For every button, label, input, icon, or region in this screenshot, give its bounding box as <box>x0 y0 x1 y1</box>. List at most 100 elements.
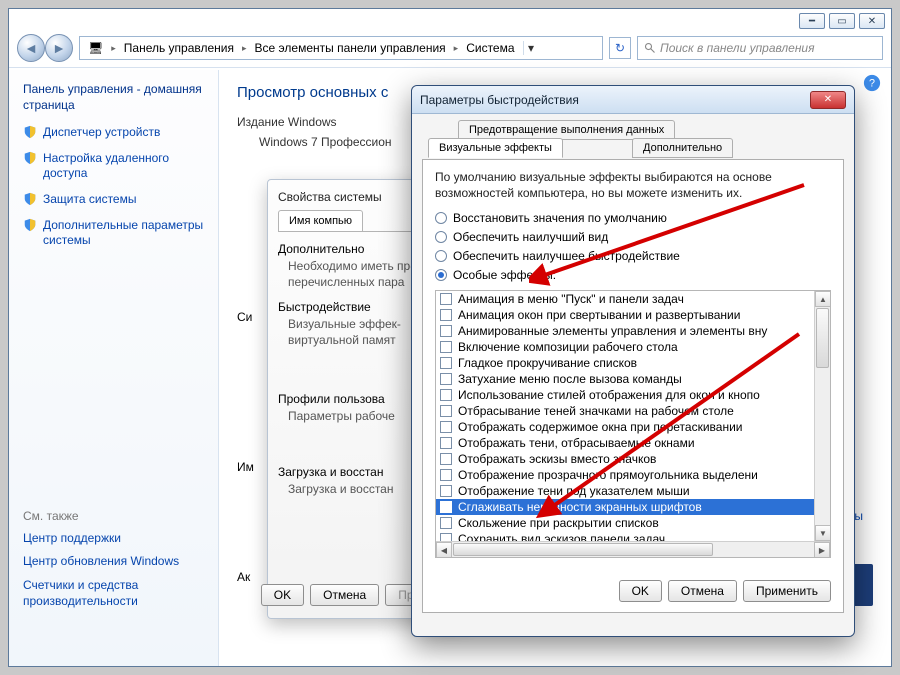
cancel-button[interactable]: Отмена <box>668 580 737 602</box>
cancel-button[interactable]: Отмена <box>310 584 379 606</box>
sidebar-link[interactable]: Дополнительные параметры системы <box>23 218 204 249</box>
help-icon[interactable]: ? <box>863 74 881 92</box>
cutoff-text: Ак <box>237 570 250 584</box>
radio-option[interactable]: Обеспечить наилучший вид <box>435 230 831 244</box>
checkbox-icon[interactable] <box>440 341 452 353</box>
checkbox-icon[interactable] <box>440 453 452 465</box>
scroll-right-button[interactable]: ▶ <box>814 542 830 558</box>
effect-item[interactable]: Отображение тени под указателем мыши <box>436 483 814 499</box>
checkbox-icon[interactable] <box>440 309 452 321</box>
breadcrumb[interactable]: 🖥 ▸ Панель управления ▸ Все элементы пан… <box>79 36 603 60</box>
checkbox-icon[interactable] <box>440 485 452 497</box>
scroll-up-button[interactable]: ▲ <box>815 291 831 307</box>
effect-item[interactable]: Скольжение при раскрытии списков <box>436 515 814 531</box>
effects-list[interactable]: Анимация в меню "Пуск" и панели задачАни… <box>435 290 831 558</box>
shield-icon <box>23 192 37 206</box>
perf-tabs: Предотвращение выполнения данных Визуаль… <box>422 120 844 160</box>
breadcrumb-item[interactable]: Система <box>462 41 518 55</box>
tab-computer-name[interactable]: Имя компью <box>278 210 363 231</box>
checkbox-icon[interactable] <box>440 357 452 369</box>
effect-item[interactable]: Отображать тени, отбрасываемые окнами <box>436 435 814 451</box>
refresh-button[interactable]: ↻ <box>609 37 631 59</box>
search-placeholder: Поиск в панели управления <box>660 41 815 55</box>
effect-item[interactable]: Отображать содержимое окна при перетаски… <box>436 419 814 435</box>
checkbox-icon[interactable] <box>440 405 452 417</box>
see-also-link[interactable]: Счетчики и средства производительности <box>23 578 204 609</box>
ok-button[interactable]: OK <box>261 584 304 606</box>
checkbox-icon[interactable] <box>440 421 452 433</box>
tab-visual-effects[interactable]: Визуальные эффекты <box>428 138 563 158</box>
search-icon <box>644 42 656 54</box>
nav-forward-button[interactable]: ► <box>45 34 73 62</box>
see-also-link[interactable]: Центр поддержки <box>23 531 204 547</box>
scroll-left-button[interactable]: ◀ <box>436 542 452 558</box>
svg-text:?: ? <box>869 78 875 90</box>
effect-item[interactable]: Включение композиции рабочего стола <box>436 339 814 355</box>
scroll-thumb[interactable] <box>453 543 713 556</box>
perf-dialog-title: Параметры быстродействия <box>420 93 579 107</box>
effect-item[interactable]: Отображать эскизы вместо значков <box>436 451 814 467</box>
cutoff-text: Си <box>237 310 252 324</box>
tab-advanced[interactable]: Дополнительно <box>632 138 733 158</box>
performance-options-dialog: Параметры быстродействия ✕ Предотвращени… <box>411 85 855 637</box>
cutoff-text: Им <box>237 460 254 474</box>
effect-item[interactable]: ✓Сглаживать неровности экранных шрифтов <box>436 499 814 515</box>
window-controls: ━ ▭ ✕ <box>799 13 885 29</box>
effect-item[interactable]: Анимированные элементы управления и элем… <box>436 323 814 339</box>
see-also-header: См. также <box>23 509 204 523</box>
sidebar-link[interactable]: Настройка удаленного доступа <box>23 151 204 182</box>
address-bar: ◄ ► 🖥 ▸ Панель управления ▸ Все элементы… <box>9 31 891 65</box>
radio-option[interactable]: Обеспечить наилучшее быстродействие <box>435 249 831 263</box>
checkbox-icon[interactable] <box>440 533 452 541</box>
checkbox-icon[interactable] <box>440 389 452 401</box>
nav-back-button[interactable]: ◄ <box>17 34 45 62</box>
checkbox-icon[interactable] <box>440 517 452 529</box>
checkbox-icon[interactable] <box>440 293 452 305</box>
close-button[interactable]: ✕ <box>810 91 846 109</box>
search-input[interactable]: Поиск в панели управления <box>637 36 883 60</box>
checkbox-icon[interactable] <box>440 469 452 481</box>
radio-option[interactable]: Восстановить значения по умолчанию <box>435 211 831 225</box>
shield-icon <box>23 151 37 165</box>
effect-item[interactable]: Отображение прозрачного прямоугольника в… <box>436 467 814 483</box>
maximize-button[interactable]: ▭ <box>829 13 855 29</box>
sidebar-title[interactable]: Панель управления - домашняя страница <box>23 82 204 113</box>
scroll-thumb[interactable] <box>816 308 829 368</box>
breadcrumb-item[interactable]: Все элементы панели управления <box>251 41 450 55</box>
effect-item[interactable]: Использование стилей отображения для око… <box>436 387 814 403</box>
effect-item[interactable]: Затухание меню после вызова команды <box>436 371 814 387</box>
shield-icon <box>23 125 37 139</box>
close-button[interactable]: ✕ <box>859 13 885 29</box>
perf-description: По умолчанию визуальные эффекты выбирают… <box>435 170 831 201</box>
explorer-window: ━ ▭ ✕ ◄ ► 🖥 ▸ Панель управления ▸ Все эл… <box>8 8 892 667</box>
checkbox-icon[interactable] <box>440 373 452 385</box>
radio-icon <box>435 269 447 281</box>
breadcrumb-dropdown[interactable]: ▾ <box>523 41 539 55</box>
checkbox-icon[interactable] <box>440 437 452 449</box>
sidebar-link[interactable]: Диспетчер устройств <box>23 125 204 141</box>
scroll-down-button[interactable]: ▼ <box>815 525 831 541</box>
minimize-button[interactable]: ━ <box>799 13 825 29</box>
tab-dep[interactable]: Предотвращение выполнения данных <box>458 120 675 140</box>
radio-icon <box>435 250 447 262</box>
checkbox-icon[interactable]: ✓ <box>440 501 452 513</box>
sidebar: Панель управления - домашняя страница Ди… <box>9 70 219 666</box>
radio-option[interactable]: Особые эффекты: <box>435 268 831 282</box>
radio-icon <box>435 212 447 224</box>
see-also-link[interactable]: Центр обновления Windows <box>23 554 204 570</box>
scrollbar-vertical[interactable]: ▲ ▼ <box>814 291 830 541</box>
effect-item[interactable]: Гладкое прокручивание списков <box>436 355 814 371</box>
effect-item[interactable]: Анимация в меню "Пуск" и панели задач <box>436 291 814 307</box>
apply-button[interactable]: Применить <box>743 580 831 602</box>
effect-item[interactable]: Отбрасывание теней значками на рабочем с… <box>436 403 814 419</box>
radio-icon <box>435 231 447 243</box>
sidebar-link[interactable]: Защита системы <box>23 192 204 208</box>
effect-item[interactable]: Анимация окон при свертывании и разверты… <box>436 307 814 323</box>
breadcrumb-item[interactable]: Панель управления <box>120 41 238 55</box>
scrollbar-horizontal[interactable]: ◀ ▶ <box>436 541 830 557</box>
shield-icon <box>23 218 37 232</box>
ok-button[interactable]: OK <box>619 580 662 602</box>
effect-item[interactable]: Сохранить вид эскизов панели задач <box>436 531 814 541</box>
checkbox-icon[interactable] <box>440 325 452 337</box>
breadcrumb-root-icon: 🖥 <box>84 41 107 55</box>
